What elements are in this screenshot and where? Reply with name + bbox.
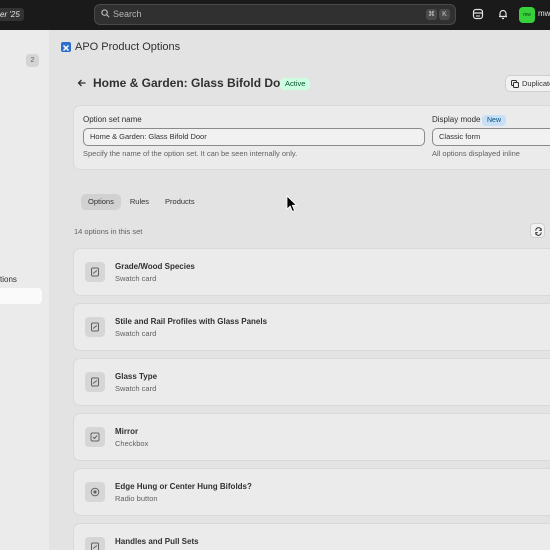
duplicate-label: Duplicate: [522, 79, 550, 88]
status-badge: Active: [280, 78, 311, 90]
option-name: Stile and Rail Profiles with Glass Panel…: [115, 317, 268, 326]
option-set-name-label: Option set name: [83, 115, 142, 124]
app-title: APO Product Options: [75, 41, 181, 53]
search-bar[interactable]: Search ⌘ K: [94, 4, 456, 25]
option-name: Mirror: [115, 427, 139, 436]
option-row[interactable]: Mirror Checkbox: [74, 414, 550, 460]
x-logo-icon: [62, 44, 70, 52]
swatch-icon: [85, 317, 105, 337]
option-type: Swatch card: [115, 329, 157, 338]
shortcut-key-k: K: [439, 9, 450, 20]
radio-icon: [85, 482, 105, 502]
tab-products[interactable]: Products: [158, 194, 202, 210]
refresh-icon: [535, 227, 542, 236]
option-type: Checkbox: [115, 439, 149, 448]
display-mode-select[interactable]: Classic form: [432, 128, 550, 146]
sidebar-item-options[interactable]: tions: [0, 275, 17, 284]
sidebar: 2 tions: [0, 30, 49, 550]
page-title: Home & Garden: Glass Bifold Door: [93, 76, 293, 90]
app-header: APO Product Options: [61, 40, 180, 54]
display-mode-help: All options displayed inline: [432, 149, 520, 158]
duplicate-button[interactable]: Duplicate: [505, 75, 550, 92]
tab-options[interactable]: Options: [81, 194, 121, 210]
option-row[interactable]: Glass Type Swatch card: [74, 359, 550, 405]
swatch-icon: [85, 262, 105, 282]
app-logo: [61, 42, 71, 52]
duplicate-icon: [511, 80, 519, 88]
sidebar-badge: 2: [26, 54, 39, 67]
display-mode-label: Display mode: [432, 115, 481, 124]
option-type: Swatch card: [115, 274, 157, 283]
option-name: Handles and Pull Sets: [115, 537, 199, 546]
option-set-name-field[interactable]: Home & Garden: Glass Bifold Door: [83, 128, 425, 146]
new-badge: New: [482, 115, 507, 126]
tabs: Options Rules Products: [81, 194, 204, 210]
options-count: 14 options in this set: [74, 227, 143, 236]
store-icon[interactable]: [472, 8, 484, 20]
swatch-icon: [85, 537, 105, 550]
search-placeholder: Search: [113, 9, 142, 19]
option-row[interactable]: Grade/Wood Species Swatch card: [74, 249, 550, 295]
option-name: Glass Type: [115, 372, 158, 381]
shortcut-key-cmd: ⌘: [426, 9, 437, 20]
sidebar-item-selected[interactable]: [0, 288, 42, 304]
back-arrow-icon[interactable]: [77, 78, 87, 88]
search-icon: [101, 9, 110, 18]
mouse-cursor-icon: [286, 195, 298, 213]
reorder-button[interactable]: [530, 223, 545, 238]
tab-rules[interactable]: Rules: [123, 194, 156, 210]
option-row[interactable]: Stile and Rail Profiles with Glass Panel…: [74, 304, 550, 350]
store-name[interactable]: er '25: [0, 8, 24, 21]
option-type: Swatch card: [115, 384, 157, 393]
swatch-icon: [85, 372, 105, 392]
option-set-name-help: Specify the name of the option set. It c…: [83, 149, 298, 158]
option-name: Grade/Wood Species: [115, 262, 195, 271]
option-name: Edge Hung or Center Hung Bifolds?: [115, 482, 252, 491]
bell-icon[interactable]: [497, 8, 509, 20]
top-bar: er '25 Search ⌘ K mw mw: [0, 0, 550, 30]
avatar[interactable]: mw: [519, 7, 535, 23]
user-name[interactable]: mw: [538, 9, 550, 18]
option-row[interactable]: Edge Hung or Center Hung Bifolds? Radio …: [74, 469, 550, 515]
checkbox-icon: [85, 427, 105, 447]
option-row[interactable]: Handles and Pull Sets Swatch card: [74, 524, 550, 550]
option-type: Radio button: [115, 494, 158, 503]
